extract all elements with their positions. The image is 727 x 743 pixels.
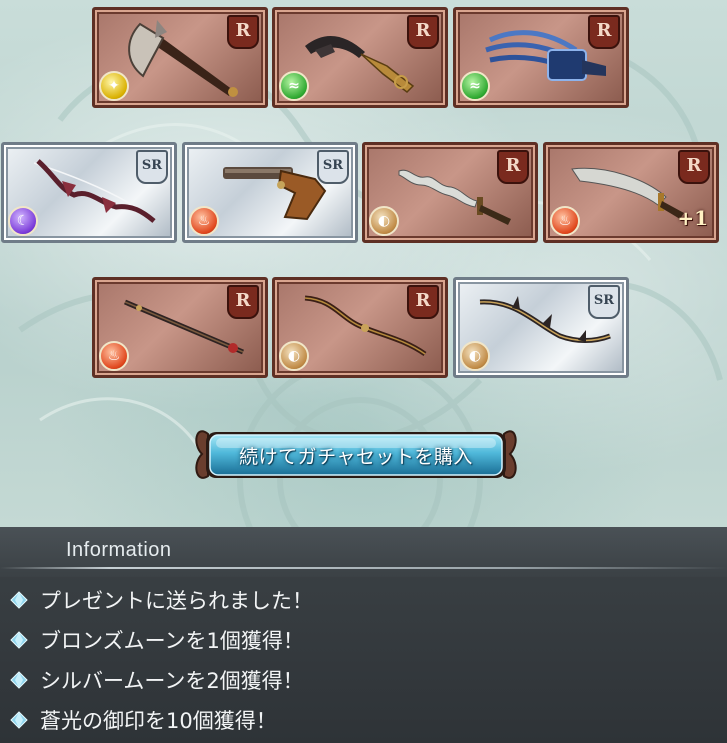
element-wind-icon: ≈ (460, 71, 490, 101)
buy-button-label: 続けてガチャセットを購入 (239, 445, 473, 468)
information-header: Information (0, 527, 727, 577)
element-fire-icon: ♨ (550, 206, 580, 236)
information-message: シルバームーンを2個獲得！ (40, 669, 304, 693)
element-earth-icon: ◐ (279, 341, 309, 371)
divider (0, 567, 727, 569)
list-item: プレゼントに送られました！ (10, 583, 720, 617)
weapon-card[interactable]: SR ♨ (182, 142, 358, 243)
information-message: プレゼントに送られました！ (40, 589, 313, 613)
weapon-card[interactable]: R ≈ (272, 7, 448, 108)
information-message: ブロンズムーンを1個獲得！ (40, 629, 304, 653)
element-dark-icon: ☾ (8, 206, 38, 236)
element-earth-icon: ◐ (369, 206, 399, 236)
list-item: 蒼光の御印を10個獲得！ (10, 703, 720, 737)
rarity-badge: R (407, 15, 439, 49)
rarity-badge: SR (317, 150, 349, 184)
element-earth-icon: ◐ (460, 341, 490, 371)
information-panel: Information プレゼントに送られました！ ブロンズムーンを1個獲得！ … (0, 527, 727, 743)
rarity-badge: R (497, 150, 529, 184)
rarity-badge: R (227, 285, 259, 319)
weapon-card[interactable]: R ♨ +1 (543, 142, 719, 243)
element-wind-icon: ≈ (279, 71, 309, 101)
rarity-badge: R (407, 285, 439, 319)
information-message: 蒼光の御印を10個獲得！ (40, 709, 277, 733)
weapon-card[interactable]: SR ◐ (453, 277, 629, 378)
diamond-bullet-icon (10, 711, 28, 729)
plus-bonus-label: +1 (677, 206, 708, 230)
weapon-card[interactable]: R ≈ (453, 7, 629, 108)
list-item: シルバームーンを2個獲得！ (10, 663, 720, 697)
weapon-card[interactable]: R ◐ (362, 142, 538, 243)
rarity-badge: SR (588, 285, 620, 319)
rarity-badge: SR (136, 150, 168, 184)
rarity-badge: R (678, 150, 710, 184)
diamond-bullet-icon (10, 631, 28, 649)
rarity-badge: R (227, 15, 259, 49)
buy-gacha-set-button[interactable]: 続けてガチャセットを購入 (186, 414, 526, 496)
diamond-bullet-icon (10, 671, 28, 689)
weapon-card[interactable]: SR ☾ (1, 142, 177, 243)
diamond-bullet-icon (10, 591, 28, 609)
element-fire-icon: ♨ (99, 341, 129, 371)
element-light-icon: ✦ (99, 71, 129, 101)
rarity-badge: R (588, 15, 620, 49)
element-fire-icon: ♨ (189, 206, 219, 236)
weapon-card[interactable]: R ◐ (272, 277, 448, 378)
information-title: Information (66, 539, 172, 561)
weapon-card[interactable]: R ✦ (92, 7, 268, 108)
list-item: ブロンズムーンを1個獲得！ (10, 623, 720, 657)
weapon-card[interactable]: R ♨ (92, 277, 268, 378)
